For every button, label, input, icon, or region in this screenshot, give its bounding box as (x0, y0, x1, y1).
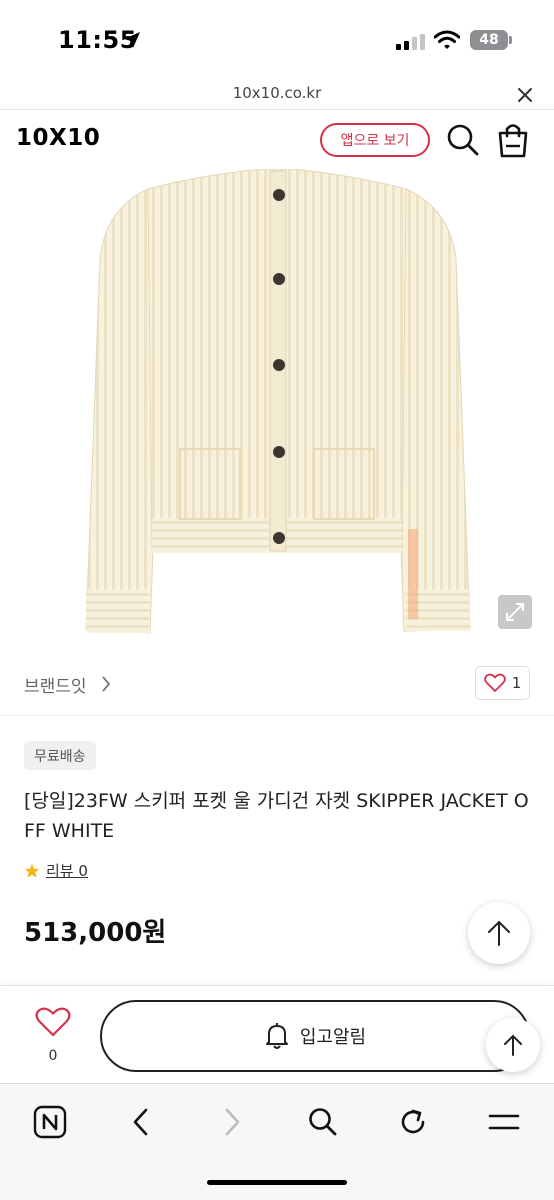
expand-icon (506, 603, 524, 621)
refresh-icon (401, 1109, 425, 1134)
rating-row: 리뷰 0 (24, 860, 88, 881)
cellular-signal-icon (396, 34, 425, 50)
wifi-icon (434, 30, 460, 49)
restock-notify-label: 입고알림 (299, 1027, 367, 1048)
search-button[interactable] (303, 1102, 343, 1142)
site-header: 10X10 앱으로 보기 (0, 111, 554, 169)
brand-like-count: 1 (511, 674, 522, 692)
battery-cap (509, 36, 512, 44)
scroll-top-button[interactable] (468, 902, 530, 964)
search-icon (309, 1108, 337, 1136)
product-price: 513,000원 (24, 918, 167, 948)
heart-icon (35, 1007, 71, 1037)
product-title: [당일]23FW 스키퍼 포켓 울 가디건 자켓 SKIPPER JACKET … (24, 790, 529, 842)
battery-indicator: 48 (470, 30, 508, 50)
location-arrow-icon (124, 32, 140, 48)
brand-like-button[interactable]: 1 (475, 666, 530, 700)
url-text[interactable]: 10x10.co.kr (0, 84, 554, 102)
back-button[interactable] (121, 1102, 161, 1142)
expand-image-button[interactable] (498, 595, 532, 629)
open-app-button[interactable]: 앱으로 보기 (320, 123, 430, 157)
search-icon[interactable] (446, 123, 480, 157)
scroll-top-button-secondary[interactable] (486, 1018, 540, 1072)
home-indicator (207, 1180, 347, 1185)
status-bar: 11:55 48 (0, 0, 554, 80)
menu-button[interactable] (484, 1102, 524, 1142)
section-divider (0, 715, 554, 716)
url-bar[interactable]: 10x10.co.kr (0, 80, 554, 110)
cardigan-illustration (85, 169, 471, 634)
menu-icon (488, 1114, 520, 1130)
brand-name[interactable]: 브랜드잇 (24, 672, 87, 697)
naver-home-button[interactable] (30, 1102, 70, 1142)
forward-icon (225, 1108, 240, 1136)
back-icon (133, 1108, 148, 1136)
naver-icon (33, 1105, 67, 1139)
close-icon[interactable] (512, 82, 538, 108)
shopping-bag-icon[interactable] (496, 121, 530, 159)
forward-button[interactable] (212, 1102, 252, 1142)
product-image[interactable] (0, 169, 554, 647)
review-link[interactable]: 리뷰 0 (46, 860, 88, 881)
wish-count: 0 (48, 1048, 58, 1064)
brand-row: 브랜드잇 1 (0, 660, 554, 708)
browser-toolbar (0, 1083, 554, 1200)
purchase-action-bar: 0 입고알림 (0, 985, 554, 1083)
wish-button[interactable]: 0 (30, 1006, 76, 1064)
refresh-button[interactable] (393, 1102, 433, 1142)
restock-notify-button[interactable]: 입고알림 (100, 1000, 530, 1072)
site-logo[interactable]: 10X10 (16, 125, 100, 151)
free-shipping-badge: 무료배송 (24, 741, 96, 770)
star-icon (24, 863, 40, 877)
heart-icon (483, 673, 506, 692)
chevron-right-icon[interactable] (100, 675, 112, 693)
bell-icon (265, 1023, 288, 1049)
arrow-up-icon (488, 920, 510, 946)
arrow-up-icon (504, 1034, 522, 1056)
